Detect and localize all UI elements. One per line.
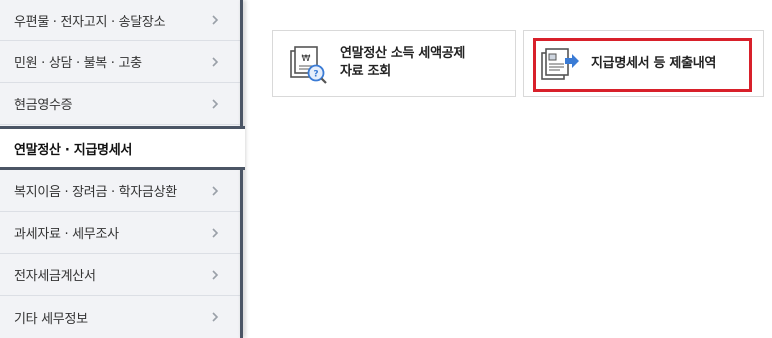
sidebar-item-label: 민원 · 상담 · 불복 · 고충 [14,56,142,71]
sidebar-menu: 우편물 · 전자고지 · 송달장소 민원 · 상담 · 불복 · 고충 현금영수… [0,0,245,338]
sidebar-item-civil-complaint[interactable]: 민원 · 상담 · 불복 · 고충 [0,41,240,83]
sidebar-item-cash-receipt[interactable]: 현금영수증 [0,83,240,125]
sidebar-item-e-tax-invoice[interactable]: 전자세금계산서 [0,254,240,296]
card-label-line1: 지급명세서 등 제출내역 [591,56,717,71]
withholding-statement-submission-card[interactable]: 지급명세서 등 제출내역 [523,30,764,97]
chevron-right-icon [212,15,219,25]
sidebar-item-label: 복지이음 · 장려금 · 학자금상환 [14,185,177,200]
chevron-right-icon [212,56,219,67]
sidebar-item-mail-notice[interactable]: 우편물 · 전자고지 · 송달장소 [0,0,240,41]
sidebar-item-label: 연말정산 · 지급명세서 [14,142,133,158]
sidebar-item-label: 현금영수증 [14,98,73,113]
year-end-deduction-lookup-card[interactable]: ₩ ? 연말정산 소득 세액공제 자료 조회 [272,30,516,97]
sidebar-item-label: 기타 세무정보 [14,311,88,327]
sidebar-item-welfare-incentive[interactable]: 복지이음 · 장려금 · 학자금상환 [0,170,240,212]
sidebar-item-tax-data-audit[interactable]: 과세자료 · 세무조사 [0,212,240,254]
sidebar-item-label: 전자세금계산서 [14,269,96,284]
sidebar-item-year-end-settlement[interactable]: 연말정산 · 지급명세서 [0,126,245,170]
chevron-right-icon [212,185,219,196]
chevron-right-icon [212,227,219,238]
sidebar-item-other-tax-info[interactable]: 기타 세무정보 [0,296,240,338]
card-label-line1: 연말정산 소득 세액공제 [340,46,466,61]
document-submit-icon [541,48,579,80]
svg-text:?: ? [313,70,318,80]
chevron-right-icon [212,312,219,322]
svg-text:₩: ₩ [302,54,311,64]
chevron-right-icon [212,269,219,280]
chevron-right-icon [212,98,219,109]
sidebar-item-label: 과세자료 · 세무조사 [14,227,119,242]
card-label-line2: 자료 조회 [340,64,391,79]
card-label: 연말정산 소득 세액공제 자료 조회 [340,45,465,81]
card-label: 지급명세서 등 제출내역 [591,55,716,73]
tax-document-search-icon: ₩ ? [290,46,327,84]
sidebar-item-label: 우편물 · 전자고지 · 송달장소 [14,14,166,30]
